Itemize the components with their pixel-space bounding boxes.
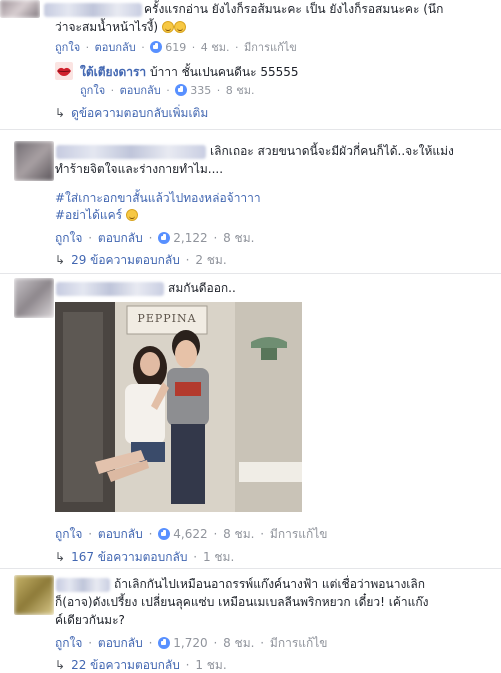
comment-text: สมกันดีออก.. — [168, 281, 236, 295]
timestamp[interactable]: 8 ชม. — [223, 636, 254, 650]
like-count[interactable]: 335 — [175, 84, 211, 97]
reply-text: ใต้เตียงดารา บ้าาา ชั้นเปนคนดีนะ 55555 — [80, 65, 299, 79]
commenter-name[interactable] — [56, 282, 164, 296]
like-icon — [175, 84, 188, 96]
like-link[interactable]: ถูกใจ — [55, 41, 80, 54]
hashtag-link[interactable]: #อย่าได้แคร์ — [55, 208, 122, 222]
commenter-name[interactable] — [44, 3, 142, 17]
reply-link[interactable]: ตอบกลับ — [98, 636, 143, 650]
like-count[interactable]: 4,622 — [158, 527, 208, 541]
avatar[interactable] — [14, 278, 54, 318]
edited-label[interactable]: มีการแก้ไข — [244, 41, 297, 54]
like-icon — [158, 637, 171, 649]
edited-label[interactable]: มีการแก้ไข — [270, 636, 328, 650]
like-icon — [150, 41, 163, 53]
lips-icon — [57, 67, 71, 76]
more-replies-link[interactable]: ↳ ดูข้อความตอบกลับเพิ่มเติม — [55, 106, 208, 120]
laughing-emoji-icon — [173, 21, 186, 33]
timestamp[interactable]: 8 ชม. — [226, 84, 255, 97]
timestamp[interactable]: 8 ชม. — [223, 527, 254, 541]
view-replies-link[interactable]: ↳ 29 ข้อความตอบกลับ · 2 ชม. — [55, 253, 227, 267]
timestamp[interactable]: 4 ชม. — [201, 41, 230, 54]
laughing-emoji-icon — [161, 21, 174, 33]
commenter-name[interactable] — [56, 145, 206, 159]
avatar[interactable] — [14, 141, 54, 181]
comment-actions: ถูกใจ · ตอบกลับ · 4,622 · 8 ชม. · มีการแ… — [55, 527, 328, 541]
like-link[interactable]: ถูกใจ — [55, 231, 82, 245]
reply-actions: ถูกใจ · ตอบกลับ · 335 · 8 ชม. — [80, 84, 255, 97]
reply-link[interactable]: ตอบกลับ — [120, 84, 161, 97]
photo-sign-text: PEPPINA — [137, 312, 197, 325]
like-count[interactable]: 2,122 — [158, 231, 208, 245]
hashtag-link[interactable]: #ใส่เกาะอกขาสั้นแล้วไปทองหล่อจ้าาาา — [55, 190, 261, 207]
reply-link[interactable]: ตอบกลับ — [98, 231, 143, 245]
comment-text: ค์เดียวกันมะ? — [55, 613, 125, 627]
like-link[interactable]: ถูกใจ — [55, 527, 82, 541]
comment-actions: ถูกใจ · ตอบกลับ · 619 · 4 ชม. · มีการแก้… — [55, 41, 297, 54]
commenter-name[interactable] — [56, 578, 110, 592]
reply-author[interactable]: ใต้เตียงดารา — [80, 65, 146, 79]
like-count[interactable]: 1,720 — [158, 636, 208, 650]
like-icon — [158, 528, 171, 540]
comment-actions: ถูกใจ · ตอบกลับ · 2,122 · 8 ชม. — [55, 231, 255, 245]
divider — [0, 273, 501, 274]
view-replies-link[interactable]: ↳ 167 ข้อความตอบกลับ · 1 ชม. — [55, 550, 234, 564]
avatar[interactable] — [0, 0, 40, 18]
view-replies-link[interactable]: ↳ 22 ข้อความตอบกลับ · 1 ชม. — [55, 658, 227, 672]
like-icon — [158, 232, 171, 244]
comment-text: ก็(อาจ)ดังเปรี้ยง เปลี่ยนลุคแซ่บ เหมือนเ… — [55, 595, 429, 609]
divider — [0, 568, 501, 569]
comment-photo[interactable]: PEPPINA — [55, 302, 302, 512]
divider — [0, 129, 501, 130]
like-link[interactable]: ถูกใจ — [55, 636, 82, 650]
avatar[interactable] — [55, 62, 73, 80]
comment-text: ว่าจะสมน้ำหน้าไรงี้) — [55, 19, 186, 36]
comment-text: ทำร้ายจิตใจและร่างกายทำไม.... — [55, 162, 224, 176]
comment-text: #อย่าได้แคร์ — [55, 207, 138, 224]
reply-arrow-icon: ↳ — [55, 550, 66, 564]
reply-arrow-icon: ↳ — [55, 658, 66, 672]
smile-emoji-icon — [125, 209, 138, 221]
avatar[interactable] — [14, 575, 54, 615]
comment-text: เลิกเถอะ สวยขนาดนี้จะมีผัวกี่คนก็ได้..จะ… — [210, 144, 454, 158]
reply-arrow-icon: ↳ — [55, 106, 66, 120]
timestamp[interactable]: 8 ชม. — [223, 231, 254, 245]
reply-link[interactable]: ตอบกลับ — [98, 527, 143, 541]
reply-link[interactable]: ตอบกลับ — [95, 41, 136, 54]
comment-text: ถ้าเลิกกันไปเหมือนอาถรรพ์แก๊งค์นางฟ้า แต… — [114, 577, 426, 591]
couple-photo-image — [55, 302, 302, 512]
reply-arrow-icon: ↳ — [55, 253, 66, 267]
like-count[interactable]: 619 — [150, 41, 186, 54]
edited-label[interactable]: มีการแก้ไข — [270, 527, 328, 541]
comment-actions: ถูกใจ · ตอบกลับ · 1,720 · 8 ชม. · มีการแ… — [55, 636, 328, 650]
like-link[interactable]: ถูกใจ — [80, 84, 105, 97]
comment-text: ครั้งแรกอ่าน ยังไงก็รอส้มนะคะ เป็น ยังไง… — [144, 2, 444, 16]
